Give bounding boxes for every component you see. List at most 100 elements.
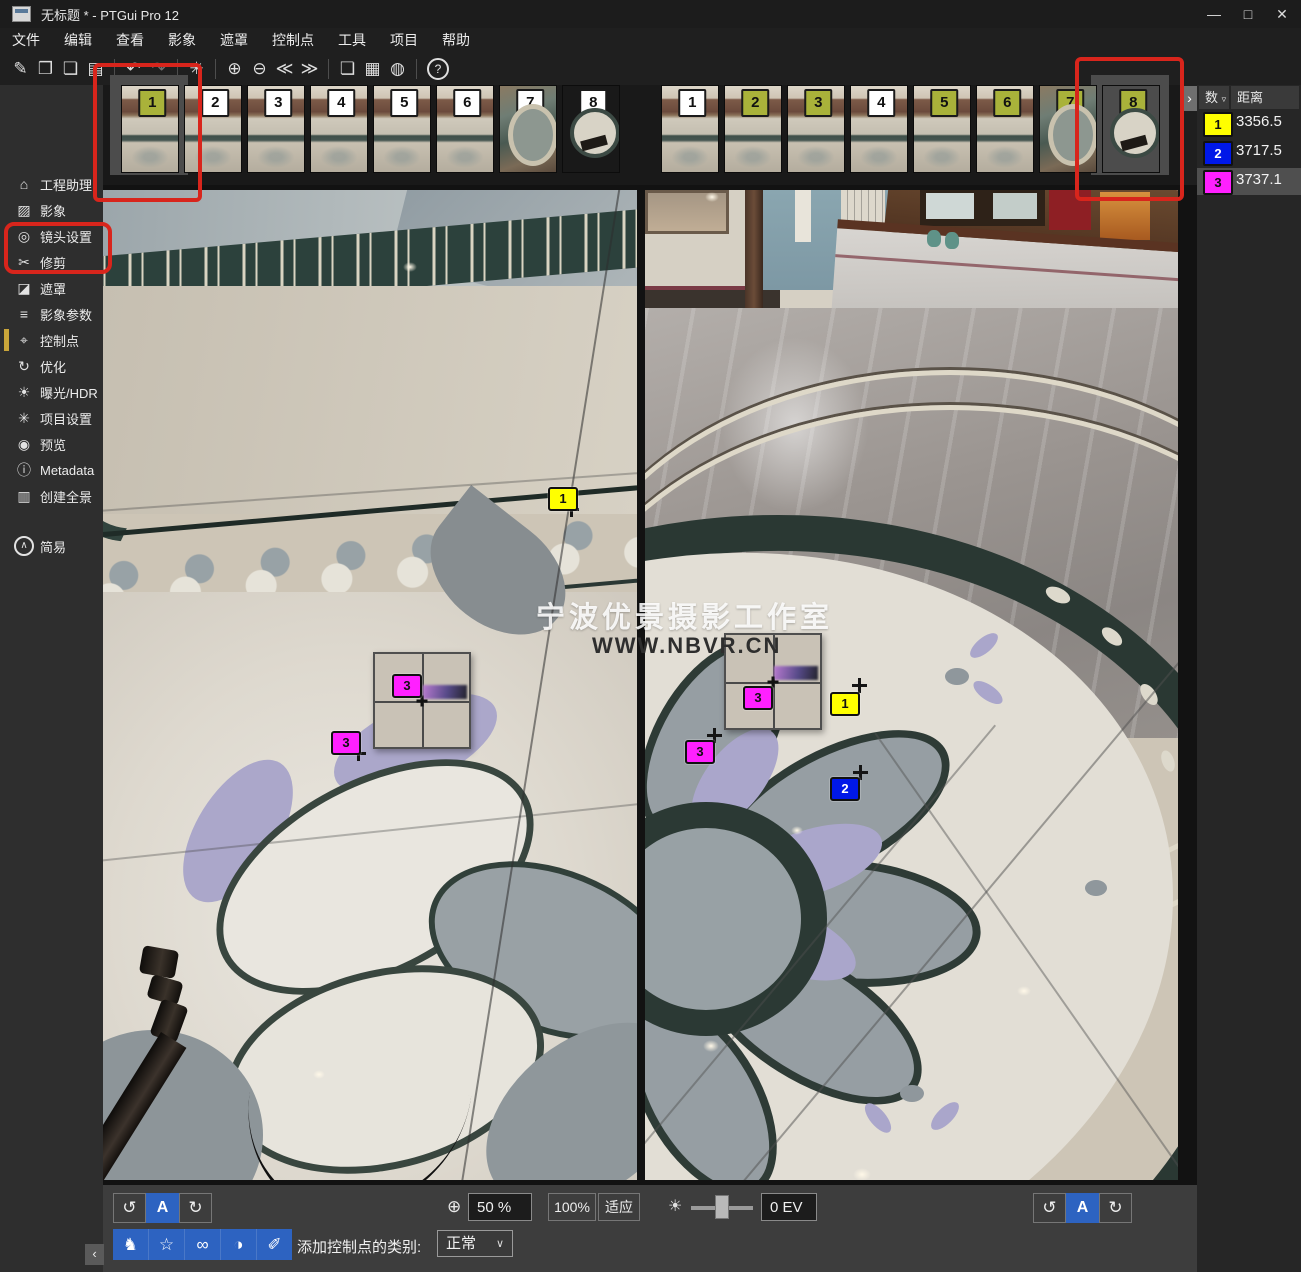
menu-project[interactable]: 项目 [378, 28, 430, 52]
assistant-lamp-icon[interactable]: ◍ [385, 59, 410, 79]
minimize-button[interactable]: — [1197, 1, 1231, 27]
right-strip-thumb-5[interactable]: 5 [913, 85, 971, 173]
open-project-icon[interactable]: ❒ [33, 59, 58, 79]
sidebar-item-mask[interactable]: ◪遮罩 [0, 275, 103, 301]
sidebar-item-project-assistant[interactable]: ⌂工程助理 [0, 171, 103, 197]
control-point-marker-3[interactable]: 3 [743, 686, 773, 710]
zoom-100-button[interactable]: 100% [548, 1193, 596, 1221]
sidebar-collapse-button[interactable]: ‹ [85, 1244, 104, 1265]
sidebar-item-images[interactable]: ▨影象 [0, 197, 103, 223]
right-strip-thumb-3[interactable]: 3 [787, 85, 845, 173]
left-strip-thumb-7[interactable]: 7 [499, 85, 557, 173]
sidebar-item-label: 简易 [40, 537, 66, 556]
cp-table-header-num[interactable]: 数 ▿ [1199, 86, 1229, 109]
detail-viewer-icon[interactable]: ▦ [360, 59, 385, 79]
thumb-number-badge: 2 [201, 89, 229, 117]
zoom-out-icon[interactable]: ⊖ [247, 59, 272, 79]
control-point-marker-3[interactable]: 3 [392, 674, 422, 698]
vase-decor [945, 232, 959, 249]
right-strip-thumb-4[interactable]: 4 [850, 85, 908, 173]
sidebar-item-metadata[interactable]: ⓘMetadata [0, 457, 103, 483]
right-rotate-ccw-button[interactable]: ↺ [1033, 1193, 1066, 1223]
preview-icon: ◉ [14, 436, 34, 453]
menu-view[interactable]: 查看 [104, 28, 156, 52]
rotate-cw-button[interactable]: ↻ [179, 1193, 212, 1223]
rotate-cw-icon: ↻ [188, 1198, 202, 1217]
menu-file[interactable]: 文件 [0, 28, 52, 52]
menu-control-points[interactable]: 控制点 [260, 28, 326, 52]
right-auto-rotate-button[interactable]: A [1066, 1193, 1099, 1223]
sidebar-item-create-panorama[interactable]: ▥创建全景 [0, 483, 103, 509]
sidebar-item-preview[interactable]: ◉预览 [0, 431, 103, 457]
right-image-pane[interactable]: 3 1 3 2 [645, 190, 1178, 1180]
left-strip-thumb-4[interactable]: 4 [310, 85, 368, 173]
fit-button[interactable]: 适应 [598, 1193, 640, 1221]
ev-slider-handle[interactable] [715, 1195, 729, 1219]
control-point-marker-2[interactable]: 2 [830, 777, 860, 801]
left-strip-thumb-6[interactable]: 6 [436, 85, 494, 173]
chevron-down-icon: ∨ [496, 1232, 504, 1257]
sidebar-item-image-parameters[interactable]: ≡影象参数 [0, 301, 103, 327]
maximize-button[interactable]: □ [1231, 1, 1265, 27]
sidebar-item-label: 工程助理 [40, 175, 92, 194]
thumbnail-strip-area: 1 2 3 4 5 6 7 8 1 2 3 4 5 6 7 8 [103, 85, 1180, 185]
zoom-in-icon[interactable]: ⊕ [222, 59, 247, 79]
cp-table-header-distance[interactable]: 距离 [1231, 86, 1299, 109]
cp-class-dropdown[interactable]: 正常 ∨ [437, 1230, 513, 1257]
help-icon[interactable]: ? [427, 58, 449, 80]
zoom-level-input[interactable] [468, 1193, 532, 1221]
thumb-number-badge: 4 [327, 89, 355, 117]
light-reflection [1017, 986, 1031, 996]
menu-help[interactable]: 帮助 [430, 28, 482, 52]
left-strip-thumb-3[interactable]: 3 [247, 85, 305, 173]
generate-cp-kangaroo-icon[interactable]: ♞ [113, 1229, 149, 1260]
left-strip-thumb-5[interactable]: 5 [373, 85, 431, 173]
project-settings-icon: ✳ [14, 410, 34, 427]
star-icon[interactable]: ☆ [149, 1229, 185, 1260]
left-strip-thumb-8[interactable]: 8 [562, 85, 620, 173]
right-strip-thumb-6[interactable]: 6 [976, 85, 1034, 173]
control-point-marker-1[interactable]: 1 [548, 487, 578, 511]
ev-value-input[interactable] [761, 1193, 817, 1221]
control-point-cross[interactable] [852, 678, 867, 693]
cp-row-distance[interactable]: 3737.1 [1236, 171, 1298, 188]
right-strip-thumb-1[interactable]: 1 [661, 85, 719, 173]
close-button[interactable]: ✕ [1265, 1, 1299, 27]
menu-mask[interactable]: 遮罩 [208, 28, 260, 52]
prev-pair-icon[interactable]: ≪ [272, 59, 297, 79]
annotation-box-thumb1 [93, 63, 202, 202]
control-point-marker-3[interactable]: 3 [685, 740, 715, 764]
sidebar-item-label: 控制点 [40, 331, 79, 350]
cp-row-distance[interactable]: 3717.5 [1236, 142, 1298, 159]
rotate-ccw-button[interactable]: ↺ [113, 1193, 146, 1223]
auto-rotate-button[interactable]: A [146, 1193, 179, 1223]
link-icon[interactable]: ∞ [185, 1229, 221, 1260]
auto-label: A [1077, 1199, 1089, 1216]
brush-icon[interactable]: ✐ [257, 1229, 292, 1260]
sidebar-item-optimize[interactable]: ↻优化 [0, 353, 103, 379]
control-point-marker-3[interactable]: 3 [331, 731, 361, 755]
sidebar-item-project-settings[interactable]: ✳项目设置 [0, 405, 103, 431]
menu-tools[interactable]: 工具 [326, 28, 378, 52]
magnifier-patch[interactable]: 3 [373, 652, 471, 749]
copy-icon[interactable]: ❏ [58, 59, 83, 79]
sidebar-item-exposure-hdr[interactable]: ☀曝光/HDR [0, 379, 103, 405]
right-strip-thumb-2[interactable]: 2 [724, 85, 782, 173]
cp-row-badge: 3 [1203, 170, 1233, 195]
control-point-table-panel: 数 ▿ 距离 1 3356.5 2 3717.5 3 3737.1 [1197, 85, 1301, 1272]
cp-class-value: 正常 [446, 1235, 476, 1252]
menu-images[interactable]: 影象 [156, 28, 208, 52]
sidebar-item-control-points[interactable]: ⌖控制点 [0, 327, 103, 353]
sidebar-item-simple-mode[interactable]: ∧简易 [0, 533, 103, 559]
contrast-icon[interactable]: ◑ [221, 1229, 257, 1260]
panorama-editor-icon[interactable]: ❏ [335, 59, 360, 79]
sidebar-item-label: 创建全景 [40, 487, 92, 506]
metadata-icon: ⓘ [14, 460, 34, 480]
new-project-icon[interactable]: ✎ [8, 59, 33, 79]
left-image-pane[interactable]: 1 3 3 [103, 190, 637, 1180]
menu-edit[interactable]: 编辑 [52, 28, 104, 52]
cp-row-distance[interactable]: 3356.5 [1236, 113, 1298, 130]
right-rotate-cw-button[interactable]: ↻ [1099, 1193, 1132, 1223]
control-point-marker-1[interactable]: 1 [830, 692, 860, 716]
next-pair-icon[interactable]: ≫ [297, 59, 322, 79]
